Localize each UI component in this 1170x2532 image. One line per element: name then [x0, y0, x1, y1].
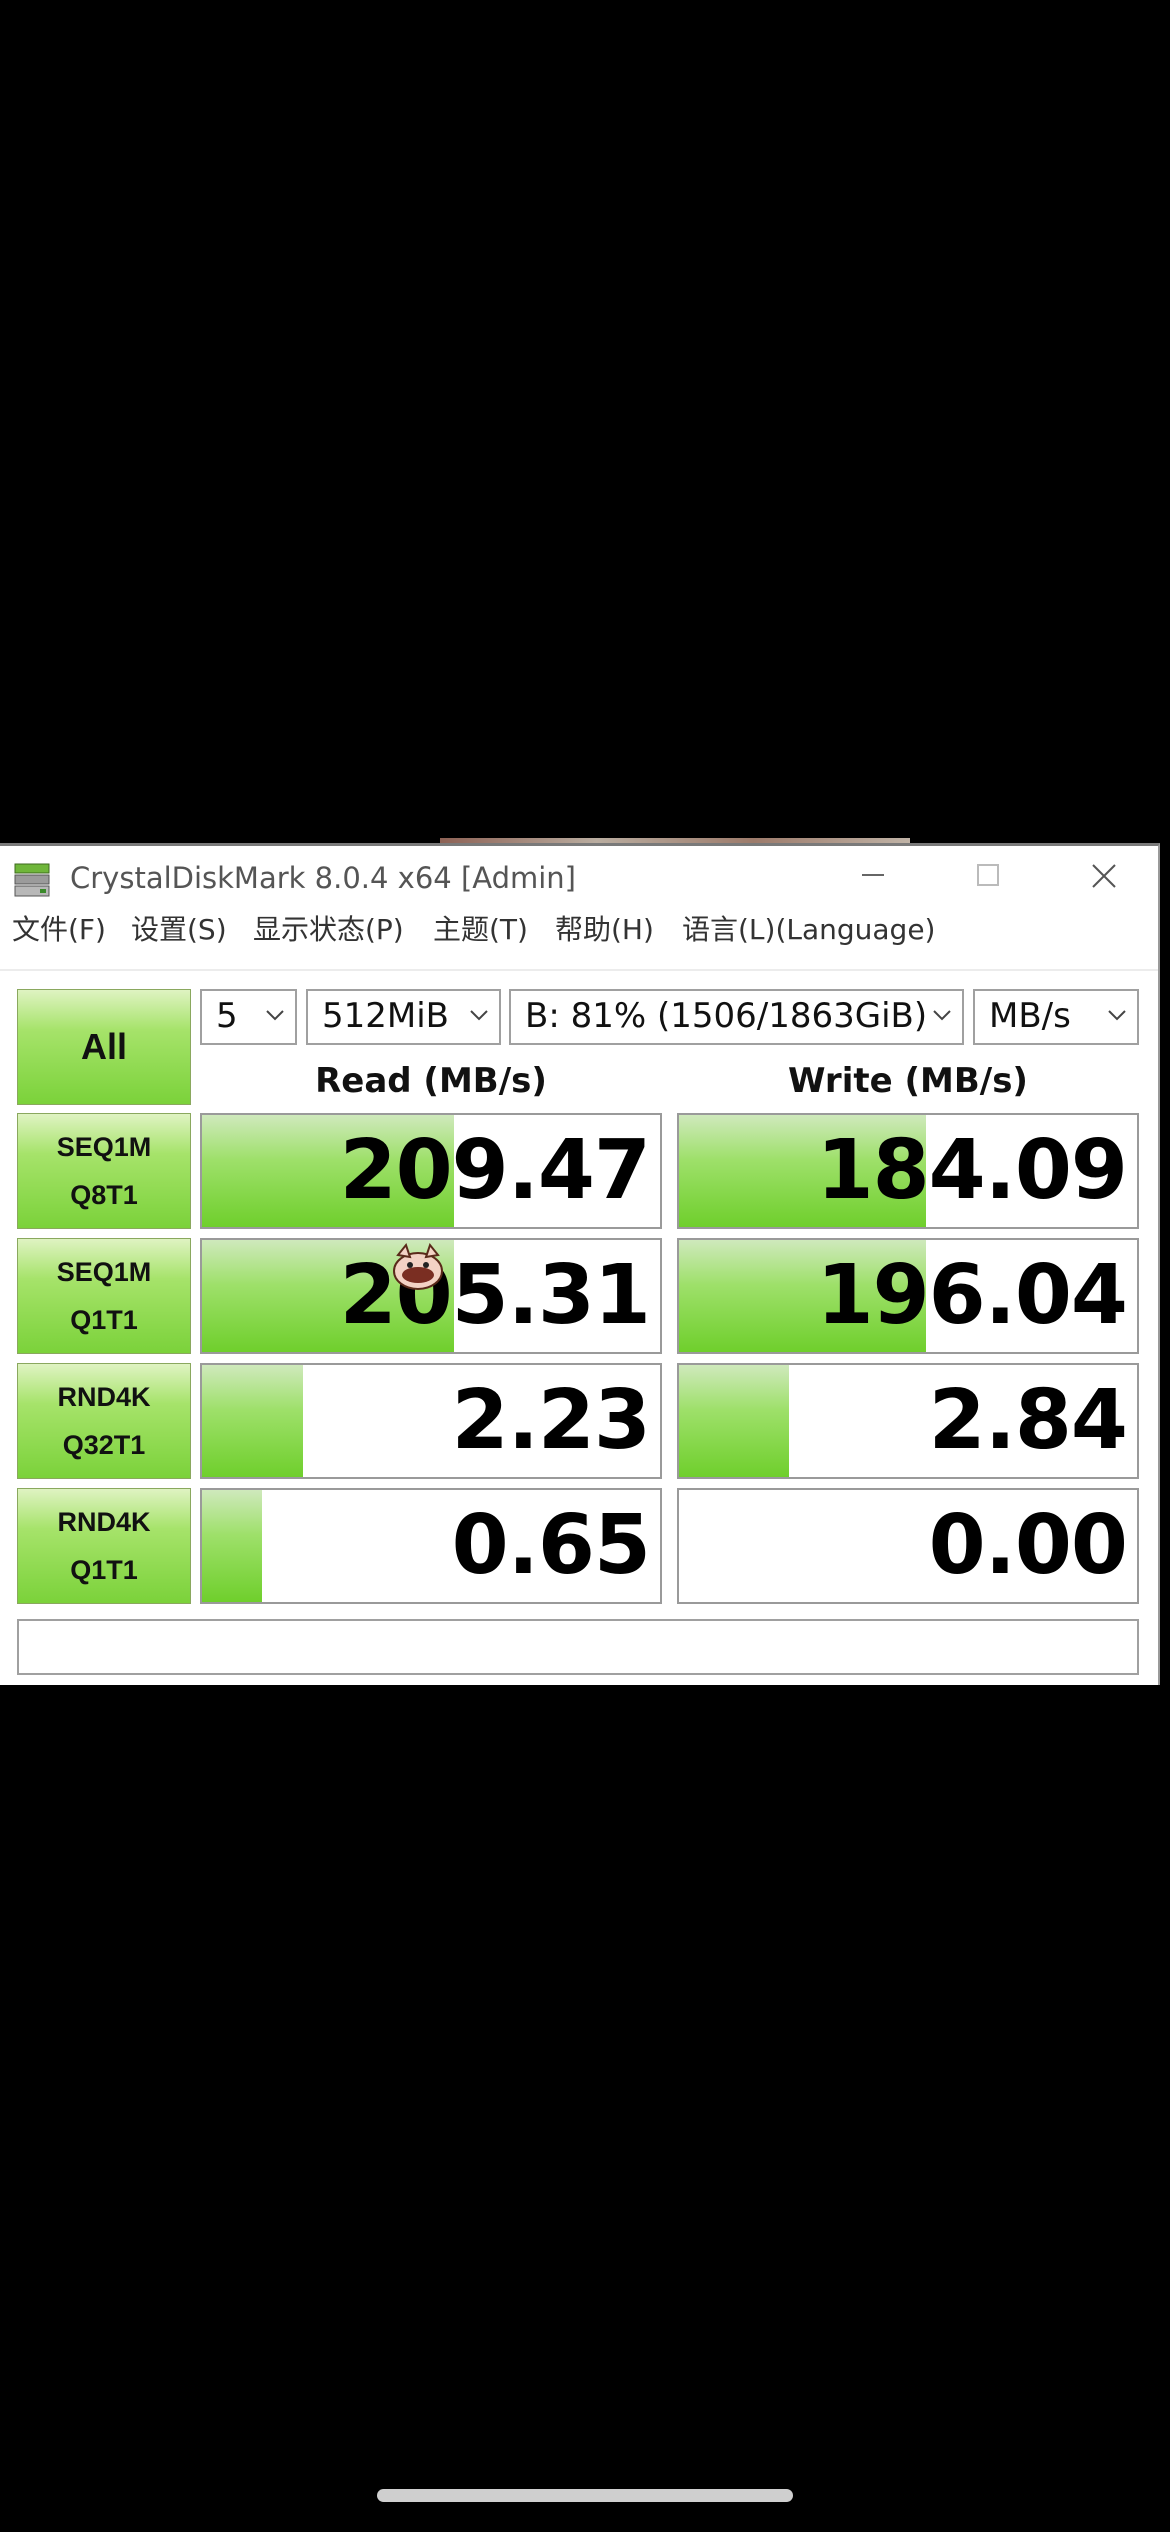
test-label-line2: Q8T1	[70, 1180, 138, 1210]
maximize-button[interactable]	[947, 848, 1027, 900]
chevron-down-icon	[1108, 1010, 1126, 1021]
read-bar	[202, 1365, 303, 1477]
drive-icon	[14, 863, 50, 897]
write-result-seq1m-q8t1: 184.09	[677, 1113, 1139, 1229]
read-result-rnd4k-q32t1: 2.23	[200, 1363, 662, 1479]
read-column-header: Read (MB/s)	[315, 1061, 547, 1101]
unit-select[interactable]: MB/s	[973, 989, 1139, 1045]
test-label-line1: RND4K	[57, 1507, 151, 1537]
test-button-rnd4k-q1t1[interactable]: RND4K Q1T1	[17, 1488, 191, 1604]
all-button-label: All	[80, 1026, 127, 1067]
test-label-line2: Q32T1	[62, 1430, 146, 1460]
test-size-select[interactable]: 512MiB	[306, 989, 501, 1045]
test-button-rnd4k-q32t1[interactable]: RND4K Q32T1	[17, 1363, 191, 1479]
menu-help[interactable]: 帮助(H)	[555, 910, 654, 950]
write-value: 196.04	[816, 1248, 1128, 1343]
test-count-select[interactable]: 5	[200, 989, 297, 1045]
comment-input[interactable]	[17, 1619, 1139, 1675]
chevron-down-icon	[266, 1010, 284, 1021]
all-button[interactable]: All	[17, 989, 191, 1105]
menu-file[interactable]: 文件(F)	[12, 910, 106, 950]
menu-settings[interactable]: 设置(S)	[131, 910, 227, 950]
menu-theme[interactable]: 主题(T)	[433, 910, 528, 950]
write-value: 2.84	[928, 1373, 1128, 1468]
read-value: 2.23	[451, 1373, 651, 1468]
menu-divider	[0, 969, 1158, 971]
write-value: 0.00	[928, 1498, 1128, 1593]
read-result-rnd4k-q1t1: 0.65	[200, 1488, 662, 1604]
minimize-button[interactable]	[832, 848, 912, 900]
write-result-seq1m-q1t1: 196.04	[677, 1238, 1139, 1354]
write-column-header: Write (MB/s)	[788, 1061, 1028, 1101]
title-bar[interactable]: CrystalDiskMark 8.0.4 x64 [Admin]	[0, 846, 1158, 902]
menu-bar: 文件(F) 设置(S) 显示状态(P) 主题(T) 帮助(H) 语言(L)(La…	[0, 902, 1158, 958]
window-title: CrystalDiskMark 8.0.4 x64 [Admin]	[70, 861, 576, 895]
home-indicator[interactable]	[377, 2489, 793, 2502]
drive-select[interactable]: B: 81% (1506/1863GiB)	[509, 989, 964, 1045]
test-label-line1: SEQ1M	[56, 1132, 152, 1162]
chevron-down-icon	[933, 1010, 951, 1021]
close-icon	[1092, 864, 1116, 888]
drive-value: B: 81% (1506/1863GiB)	[525, 996, 928, 1036]
test-button-seq1m-q1t1[interactable]: SEQ1M Q1T1	[17, 1238, 191, 1354]
read-value: 209.47	[339, 1123, 651, 1218]
test-button-seq1m-q8t1[interactable]: SEQ1M Q8T1	[17, 1113, 191, 1229]
read-value: 0.65	[451, 1498, 651, 1593]
test-label-line1: SEQ1M	[56, 1257, 152, 1287]
maximize-icon	[977, 864, 999, 886]
test-size-value: 512MiB	[322, 996, 450, 1036]
close-button[interactable]	[1062, 848, 1142, 900]
test-label-line2: Q1T1	[70, 1305, 138, 1335]
write-bar	[679, 1365, 789, 1477]
test-label-line2: Q1T1	[70, 1555, 138, 1585]
minimize-icon	[862, 874, 884, 876]
test-count-value: 5	[216, 996, 238, 1036]
write-value: 184.09	[816, 1123, 1128, 1218]
read-result-seq1m-q8t1: 209.47	[200, 1113, 662, 1229]
mascot-sticker-icon	[393, 1242, 443, 1290]
read-value: 205.31	[339, 1248, 651, 1343]
menu-profile[interactable]: 显示状态(P)	[253, 910, 404, 950]
write-result-rnd4k-q32t1: 2.84	[677, 1363, 1139, 1479]
crystaldiskmark-window: CrystalDiskMark 8.0.4 x64 [Admin] 文件(F) …	[0, 843, 1160, 1685]
chevron-down-icon	[470, 1010, 488, 1021]
unit-value: MB/s	[989, 996, 1071, 1036]
read-bar	[202, 1490, 262, 1602]
write-result-rnd4k-q1t1: 0.00	[677, 1488, 1139, 1604]
test-label-line1: RND4K	[57, 1382, 151, 1412]
menu-language[interactable]: 语言(L)(Language)	[682, 910, 935, 950]
